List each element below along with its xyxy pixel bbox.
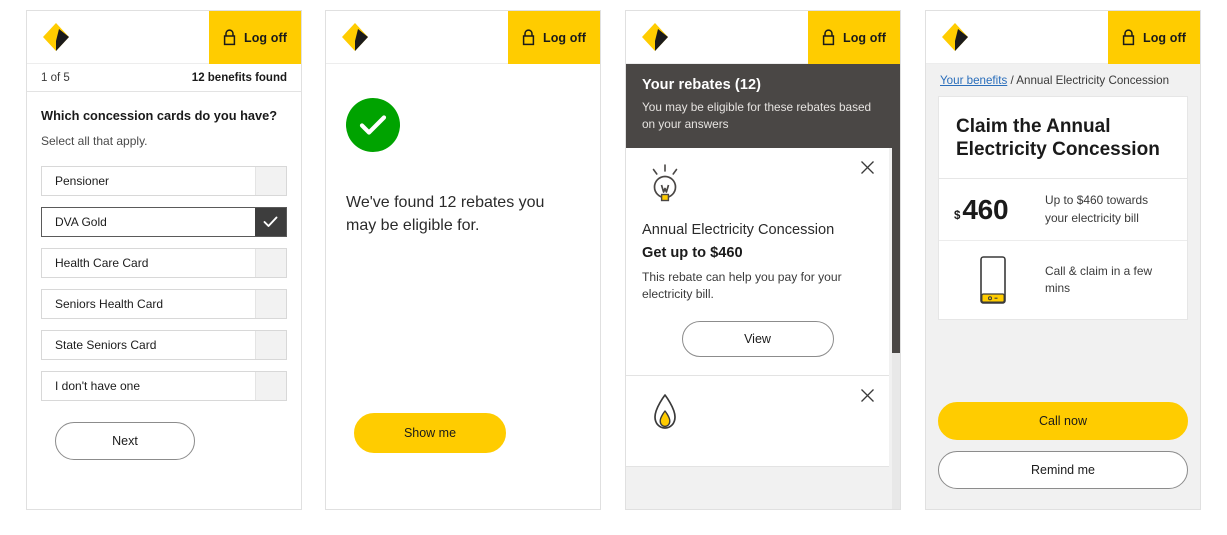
option-row[interactable]: DVA Gold [41,206,287,237]
progress-step-label: 1 of 5 [41,71,70,84]
call-row: Call & claim in a few mins [939,239,1187,319]
app-bar: Log off [326,11,600,64]
view-button[interactable]: View [681,320,834,357]
breadcrumb-current: Annual Electricity Concession [1016,74,1170,87]
log-off-label: Log off [542,30,586,45]
instruction-text: Select all that apply. [41,133,148,148]
check-icon [263,216,278,227]
commbank-diamond-logo [940,21,970,53]
lightbulb-icon [642,162,873,208]
concession-card-options: Pensioner DVA Gold Health Care Card Seniors… [41,165,287,401]
benefits-found-label: 12 benefits found [191,71,287,84]
confirmation-actions: Show me [340,413,578,509]
commbank-diamond-logo [640,21,670,53]
scrollbar[interactable] [892,147,900,509]
rebate-title: Annual Electricity Concession [642,221,835,238]
commbank-diamond-logo [340,21,370,53]
rebate-card[interactable] [626,375,889,467]
option-row[interactable]: Pensioner [41,165,287,196]
mobile-phone-icon [954,254,1032,306]
rebate-amount: Get up to $460 [642,244,743,261]
panel-rebates-list: Log off Your rebates (12) You may be eli… [625,10,901,510]
amount-row: $ 460 Up to $460 towards your electricit… [939,179,1187,240]
remind-me-button[interactable]: Remind me [938,451,1188,489]
detail-actions: Call now Remind me [938,402,1188,509]
confirmation-message: We've found 12 rebates you may be eligib… [346,194,545,234]
lock-icon [822,29,835,46]
rebate-card[interactable]: Annual Electricity Concession Get up to … [626,147,889,376]
rebates-header: Your rebates (12) You may be eligible fo… [626,64,900,148]
rebates-header-subtitle: You may be eligible for these rebates ba… [642,100,872,131]
option-row[interactable]: State Seniors Card [41,329,287,360]
breadcrumb: Your benefits / Annual Electricity Conce… [938,64,1188,96]
option-label: I don't have one [55,378,141,393]
app-bar: Log off [926,11,1200,64]
amount-note: Up to $460 towards your electricity bill [1045,193,1149,225]
option-row[interactable]: Health Care Card [41,247,287,278]
next-button[interactable]: Next [55,421,195,460]
option-label: Health Care Card [55,255,149,270]
app-bar: Log off [626,11,900,64]
lock-icon [223,29,236,46]
breadcrumb-link-your-benefits[interactable]: Your benefits [940,74,1007,87]
option-checkbox[interactable] [255,330,286,359]
page-title: Which concession cards do you have? [41,108,278,123]
panel-results-confirmation: Log off We've found 12 rebates you may b… [325,10,601,510]
lock-icon [522,29,535,46]
amount-display: $ 460 [954,194,1032,226]
log-off-button[interactable]: Log off [1107,11,1200,64]
option-row[interactable]: Seniors Health Card [41,288,287,319]
call-now-button[interactable]: Call now [938,402,1188,440]
progress-bar: 1 of 5 12 benefits found [27,64,301,92]
option-row[interactable]: I don't have one [41,370,287,401]
option-checkbox[interactable] [255,166,286,195]
option-label: Seniors Health Card [55,296,164,311]
close-icon[interactable] [860,160,875,175]
option-label: DVA Gold [55,214,107,229]
questionnaire-body: Which concession cards do you have? Sele… [27,92,301,460]
show-me-button[interactable]: Show me [354,413,506,453]
option-label: State Seniors Card [55,337,157,352]
rebates-scroll-area: Annual Electricity Concession Get up to … [626,147,900,509]
breadcrumb-separator: / [1007,74,1017,87]
gas-flame-icon [642,390,873,436]
screenshot-stage: Log off 1 of 5 12 benefits found Which c… [0,0,1227,535]
log-off-label: Log off [243,30,287,45]
commbank-diamond-logo [41,21,71,53]
rebate-detail-card: Claim the Annual Electricity Concession … [938,96,1188,320]
call-note: Call & claim in a few mins [1045,263,1153,295]
detail-body: Your benefits / Annual Electricity Conce… [926,64,1200,509]
log-off-button[interactable]: Log off [208,11,301,64]
log-off-label: Log off [1142,30,1186,45]
panel-questionnaire: Log off 1 of 5 12 benefits found Which c… [26,10,302,510]
green-check-circle-icon [346,98,400,152]
option-checkbox[interactable] [255,371,286,400]
log-off-button[interactable]: Log off [807,11,900,64]
currency-symbol: $ [954,209,961,222]
log-off-label: Log off [842,30,886,45]
rebate-description: This rebate can help you pay for your el… [642,269,842,302]
confirmation-body: We've found 12 rebates you may be eligib… [326,64,600,509]
option-checkbox[interactable] [255,289,286,318]
scrollbar-thumb[interactable] [892,147,900,353]
lock-icon [1122,29,1135,46]
option-checkbox[interactable] [255,207,286,236]
close-icon[interactable] [860,388,875,403]
option-label: Pensioner [55,173,110,188]
log-off-button[interactable]: Log off [507,11,600,64]
rebates-header-title: Your rebates (12) [642,77,762,93]
app-bar: Log off [27,11,301,64]
page-title: Claim the Annual Electricity Concession [939,97,1187,180]
amount-value: 460 [962,193,1009,225]
option-checkbox[interactable] [255,248,286,277]
panel-rebate-detail: Log off Your benefits / Annual Electrici… [925,10,1201,510]
